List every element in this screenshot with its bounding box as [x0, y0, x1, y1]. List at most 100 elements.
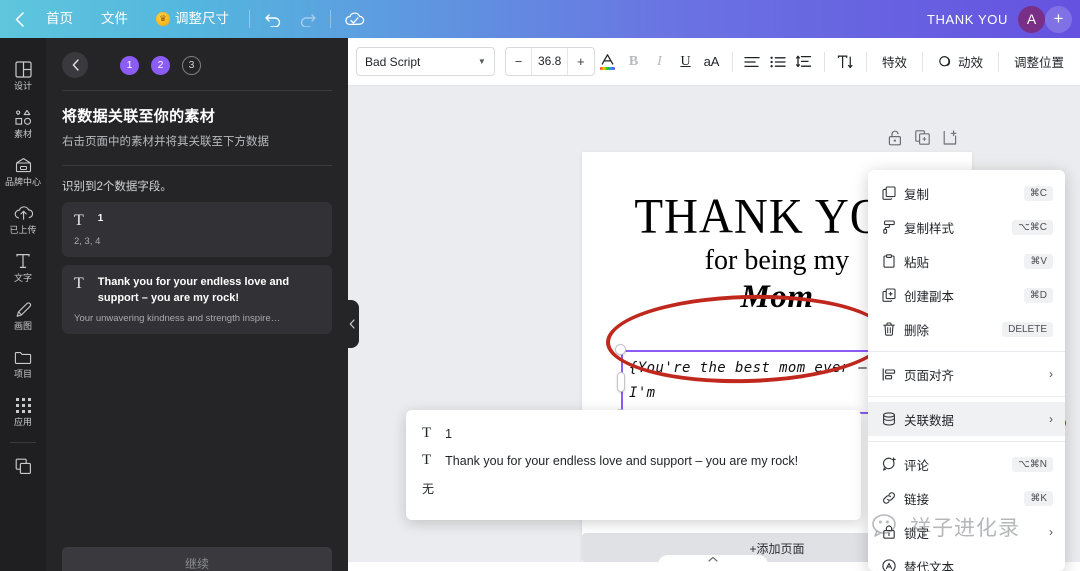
sidebar-item-text[interactable]: 文字: [0, 242, 46, 290]
submenu-item-field-2[interactable]: T Thank you for your endless love and su…: [406, 447, 861, 474]
context-menu-item-copy[interactable]: 复制 ⌘C: [868, 176, 1065, 210]
back-icon[interactable]: [6, 4, 32, 34]
panel-collapse-handle[interactable]: [345, 300, 359, 348]
context-menu-item-link[interactable]: 链接 ⌘K: [868, 481, 1065, 515]
context-menu-item-lock[interactable]: 锁定 ›: [868, 515, 1065, 549]
context-menu-label: 创建副本: [904, 289, 955, 304]
top-bar: 首页 文件 ♛ 调整尺寸 THANK YOU + A: [0, 0, 1080, 38]
panel-subtitle: 右击页面中的素材并将其关联至下方数据: [62, 136, 269, 148]
step-3[interactable]: 3: [182, 55, 201, 75]
text-color-swatch: [600, 53, 616, 70]
context-menu-item-alt-text[interactable]: 替代文本: [868, 549, 1065, 571]
context-menu-item-paste[interactable]: 粘贴 ⌘V: [868, 244, 1065, 278]
bold-button[interactable]: B: [621, 47, 647, 77]
context-menu-shortcut: ⌘D: [1023, 287, 1053, 303]
sidebar-item-duplicate[interactable]: [0, 447, 46, 483]
selected-text-element[interactable]: {You're the best mom ever – I'm to have …: [615, 344, 876, 425]
context-menu-label: 页面对齐: [904, 368, 955, 383]
context-menu-shortcut: ⌘K: [1024, 490, 1053, 506]
step-2[interactable]: 2: [151, 55, 170, 75]
undo-icon[interactable]: [256, 4, 290, 34]
sidebar-item-uploads[interactable]: 已上传: [0, 194, 46, 242]
sidebar-item-elements[interactable]: 素材: [0, 98, 46, 146]
font-size-increase-button[interactable]: +: [568, 48, 593, 75]
context-menu-shortcut: ⌘C: [1023, 185, 1053, 201]
menu-resize[interactable]: ♛ 调整尺寸: [142, 4, 243, 34]
data-field-preview: 2, 3, 4: [74, 235, 101, 247]
context-menu-item-duplicate[interactable]: 创建副本 ⌘D: [868, 278, 1065, 312]
menu-file[interactable]: 文件: [87, 4, 142, 34]
top-bar-right: THANK YOU + A: [926, 5, 1080, 33]
chevron-down-icon: ▼: [477, 57, 486, 66]
animation-icon: [938, 55, 953, 69]
redo-icon[interactable]: [290, 4, 324, 34]
continue-button[interactable]: 继续: [62, 547, 332, 571]
upload-cloud-icon: [14, 203, 33, 223]
data-field-row: T 1: [74, 212, 320, 230]
document-title: THANK YOU: [926, 11, 1008, 27]
italic-button[interactable]: I: [647, 47, 673, 77]
underline-button[interactable]: U: [673, 47, 699, 77]
panel-title: 将数据关联至你的素材: [62, 108, 216, 125]
line-spacing-icon[interactable]: [791, 47, 817, 77]
context-menu-item-copy-style[interactable]: 复制样式 ⌥⌘C: [868, 210, 1065, 244]
context-menu-item-delete[interactable]: 删除 DELETE: [868, 312, 1065, 346]
sidebar-item-design[interactable]: 设计: [0, 50, 46, 98]
duplicate-page-icon[interactable]: [915, 130, 930, 146]
database-icon: [882, 412, 904, 426]
step-1[interactable]: 1: [120, 55, 139, 75]
context-menu-item-page-align[interactable]: 页面对齐 ›: [868, 357, 1065, 391]
resize-handle-top-left[interactable]: [615, 344, 626, 355]
font-size-decrease-button[interactable]: −: [506, 48, 531, 75]
context-menu-item-comment[interactable]: 评论 ⌥⌘N: [868, 447, 1065, 481]
data-field-card[interactable]: T Thank you for your endless love and su…: [62, 264, 332, 334]
submenu-item-none[interactable]: 无: [406, 474, 861, 497]
menu-home[interactable]: 首页: [32, 4, 87, 34]
divider: [922, 51, 923, 72]
text-type-icon: T: [422, 452, 432, 468]
animation-button[interactable]: 动效: [930, 52, 991, 71]
text-color-icon[interactable]: [595, 47, 621, 77]
context-menu-item-link-data[interactable]: 关联数据 ›: [868, 402, 1065, 436]
font-size-input[interactable]: 36.8: [531, 48, 569, 75]
context-menu-shortcut: ⌥⌘N: [1012, 456, 1053, 472]
submenu-item-label: 1: [445, 426, 453, 441]
add-member-button[interactable]: +: [1045, 5, 1072, 33]
sidebar-item-brand[interactable]: 品牌中心: [0, 146, 46, 194]
panel-expand-chevron[interactable]: [658, 555, 768, 571]
sidebar-item-draw[interactable]: 画图: [0, 290, 46, 338]
vertical-text-icon[interactable]: [832, 47, 859, 77]
divider: [330, 10, 331, 28]
add-page-icon[interactable]: [943, 130, 957, 146]
context-menu-label: 粘贴: [904, 255, 930, 270]
selected-text-line-1: {You're the best mom ever – I'm: [629, 360, 868, 401]
divider: [866, 51, 867, 72]
avatar[interactable]: A: [1018, 5, 1045, 33]
copy-icon: [882, 186, 904, 200]
data-panel: 1 2 3 将数据关联至你的素材 右击页面中的素材并将其关联至下方数据 识别到2…: [46, 38, 348, 571]
context-menu-label: 链接: [904, 492, 930, 507]
data-field-card[interactable]: T 1 2, 3, 4: [62, 202, 332, 257]
bullet-list-icon[interactable]: [765, 47, 791, 77]
cloud-check-icon[interactable]: [337, 4, 371, 34]
align-left-icon[interactable]: [739, 47, 765, 77]
sidebar-item-projects[interactable]: 项目: [0, 338, 46, 386]
font-family-select[interactable]: Bad Script ▼: [356, 47, 495, 76]
text-case-button[interactable]: aA: [699, 47, 725, 77]
resize-handle-left[interactable]: [617, 372, 625, 392]
chevron-right-icon: ›: [1049, 367, 1053, 381]
context-menu-label: 复制: [904, 187, 930, 202]
sidebar-label: 项目: [13, 369, 32, 379]
sidebar-label: 设计: [13, 81, 32, 91]
layout-icon: [14, 59, 32, 79]
unlock-icon[interactable]: [888, 130, 902, 146]
panel-back-icon[interactable]: [62, 52, 88, 78]
panel-header: 1 2 3: [46, 38, 348, 88]
effects-button[interactable]: 特效: [874, 52, 915, 71]
position-button[interactable]: 调整位置: [1006, 52, 1072, 71]
sidebar-item-apps[interactable]: 应用: [0, 386, 46, 434]
font-family-value: Bad Script: [365, 54, 421, 69]
context-menu-label: 复制样式: [904, 221, 955, 236]
shapes-icon: [14, 107, 33, 127]
submenu-item-field-1[interactable]: T 1: [406, 420, 861, 447]
